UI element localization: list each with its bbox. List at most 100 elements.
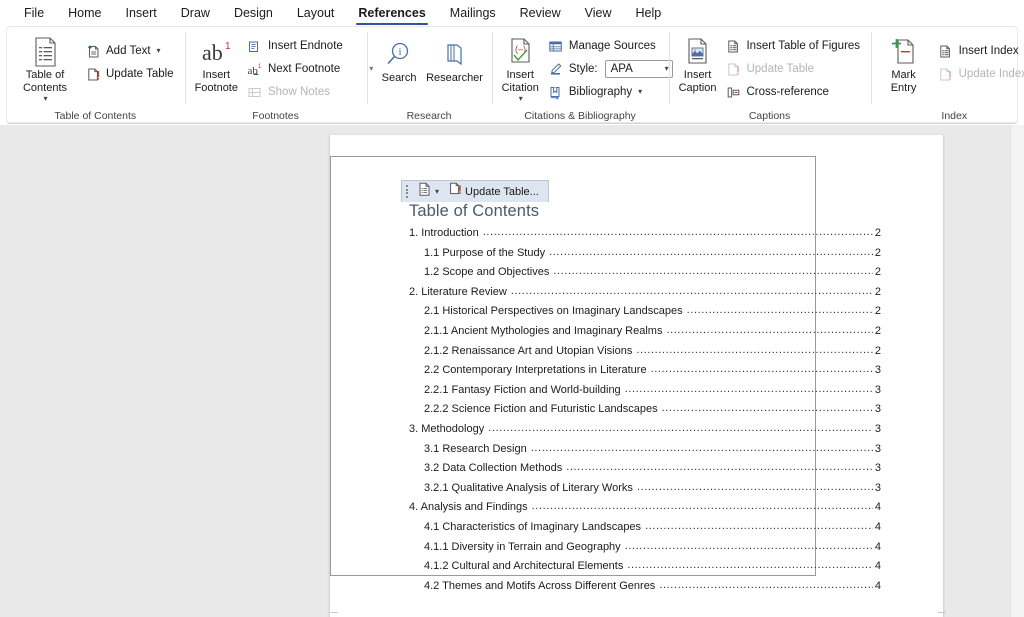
update-table-button[interactable]: Update Table: [82, 63, 179, 85]
chevron-down-icon[interactable]: ▾: [638, 88, 642, 96]
insert-endnote-button[interactable]: i Insert Endnote: [244, 35, 378, 57]
toc-options-button[interactable]: ▾: [415, 183, 442, 201]
toc-entry-text: 4.2 Themes and Motifs Across Different G…: [424, 577, 659, 597]
tab-mailings[interactable]: Mailings: [438, 3, 508, 24]
toc-entry-page: 3: [873, 400, 881, 420]
chevron-down-icon[interactable]: ▾: [157, 47, 161, 55]
toc-leader-dots: ........................................…: [666, 322, 872, 341]
tab-layout[interactable]: Layout: [285, 3, 347, 24]
toc-entry[interactable]: 4.2 Themes and Motifs Across Different G…: [407, 577, 881, 597]
vertical-scrollbar[interactable]: [1010, 125, 1024, 617]
toc-entry[interactable]: 4. Analysis and Findings................…: [407, 498, 881, 518]
insert-index-icon: [938, 43, 954, 59]
toc-entry[interactable]: 2.1.2 Renaissance Art and Utopian Vision…: [407, 342, 881, 362]
toc-entry[interactable]: 1. Introduction.........................…: [407, 224, 881, 244]
toc-entry[interactable]: 3.2 Data Collection Methods.............…: [407, 459, 881, 479]
update-table-icon: [85, 66, 101, 82]
cross-reference-button[interactable]: Cross-reference: [722, 81, 865, 103]
toc-entry[interactable]: 1.2 Scope and Objectives................…: [407, 263, 881, 283]
tab-file[interactable]: File: [12, 3, 56, 24]
manage-sources-label: Manage Sources: [569, 40, 656, 52]
svg-text:ab: ab: [202, 40, 223, 65]
toc-entry[interactable]: 4.1.1 Diversity in Terrain and Geography…: [407, 538, 881, 558]
toc-entry-text: 4.1 Characteristics of Imaginary Landsca…: [424, 518, 645, 538]
toc-options-icon: [418, 182, 431, 201]
group-label-table-of-contents: Table of Contents: [6, 108, 185, 124]
toc-entry-page: 2: [873, 342, 881, 362]
group-label-citations-bibliography: Citations & Bibliography: [492, 108, 669, 124]
toc-entry-text: 3.2 Data Collection Methods: [424, 459, 566, 479]
toc-entry[interactable]: 3.1 Research Design.....................…: [407, 440, 881, 460]
toc-entry[interactable]: 2.2 Contemporary Interpretations in Lite…: [407, 361, 881, 381]
insert-footnote-button[interactable]: ab 1 Insert Footnote: [193, 33, 240, 98]
show-notes-label: Show Notes: [268, 86, 330, 98]
toc-floating-toolbar[interactable]: ▾ Update Table...: [401, 180, 549, 202]
tab-insert[interactable]: Insert: [114, 3, 169, 24]
ribbon-group-index: Mark Entry: [871, 26, 1024, 124]
insert-caption-button[interactable]: Insert Caption: [677, 33, 719, 98]
chevron-down-icon[interactable]: ▾: [43, 95, 47, 103]
toc-entry[interactable]: 2.1 Historical Perspectives on Imaginary…: [407, 302, 881, 322]
mark-entry-button[interactable]: Mark Entry: [879, 33, 929, 98]
chevron-down-icon[interactable]: ▾: [519, 95, 523, 103]
toc-entry-page: 4: [873, 518, 881, 538]
toc-entry-page: 4: [873, 498, 881, 518]
toc-entry[interactable]: 1.1 Purpose of the Study................…: [407, 244, 881, 264]
toc-entry[interactable]: 2.1.1 Ancient Mythologies and Imaginary …: [407, 322, 881, 342]
insert-citation-button[interactable]: (–) Insert Citation ▾: [500, 33, 541, 106]
toc-entry-page: 4: [873, 538, 881, 558]
group-label-index: Index: [871, 108, 1024, 124]
manage-sources-button[interactable]: Manage Sources: [545, 35, 678, 57]
researcher-button[interactable]: Researcher: [424, 36, 486, 88]
toc-leader-dots: ........................................…: [662, 400, 873, 419]
ribbon-group-captions: Insert Caption: [669, 26, 871, 124]
toc-entry[interactable]: 3. Methodology..........................…: [407, 420, 881, 440]
citation-style-value: APA: [611, 63, 633, 75]
update-table-figures-icon: [725, 61, 741, 77]
cross-reference-label: Cross-reference: [746, 86, 828, 98]
bibliography-button[interactable]: Bibliography ▾: [545, 81, 678, 103]
toc-entry-text: 2.1.2 Renaissance Art and Utopian Vision…: [424, 342, 636, 362]
toc-entry-page: 3: [873, 459, 881, 479]
tab-design[interactable]: Design: [222, 3, 285, 24]
next-footnote-button[interactable]: ab 1 Next Footnote ▾: [244, 58, 378, 80]
tab-draw[interactable]: Draw: [169, 3, 222, 24]
add-text-button[interactable]: Add Text ▾: [82, 40, 179, 62]
toc-entry-text: 3.1 Research Design: [424, 440, 531, 460]
manage-sources-icon: [548, 38, 564, 54]
toc-entry[interactable]: 4.1 Characteristics of Imaginary Landsca…: [407, 518, 881, 538]
toc-entry[interactable]: 3.2.1 Qualitative Analysis of Literary W…: [407, 479, 881, 499]
search-icon: i: [384, 39, 414, 71]
insert-footnote-label: Insert Footnote: [195, 69, 238, 95]
tab-review[interactable]: Review: [508, 3, 573, 24]
toc-leader-dots: ........................................…: [531, 440, 873, 459]
insert-citation-icon: (–): [505, 36, 535, 68]
citation-style-select[interactable]: APA ▾: [605, 60, 673, 78]
toc-entry[interactable]: 4.1.2 Cultural and Architectural Element…: [407, 557, 881, 577]
bibliography-icon: [548, 84, 564, 100]
toc-entry-text: 4.1.1 Diversity in Terrain and Geography: [424, 538, 625, 558]
insert-index-button[interactable]: Insert Index: [935, 40, 1024, 62]
drag-handle-icon[interactable]: [405, 185, 410, 198]
update-table-icon: [449, 182, 462, 201]
chevron-down-icon[interactable]: ▾: [435, 188, 439, 196]
toc-entry[interactable]: 2.2.2 Science Fiction and Futuristic Lan…: [407, 400, 881, 420]
insert-citation-label: Insert Citation: [502, 69, 539, 95]
toc-leader-dots: ........................................…: [627, 557, 873, 576]
insert-table-of-figures-button[interactable]: Insert Table of Figures: [722, 35, 865, 57]
document-page[interactable]: ▾ Update Table... Table of Contents 1.: [329, 135, 944, 617]
tab-view[interactable]: View: [573, 3, 624, 24]
search-button[interactable]: i Search: [375, 36, 424, 88]
toc-update-table-button[interactable]: Update Table...: [446, 183, 542, 201]
tab-home[interactable]: Home: [56, 3, 113, 24]
toc-entry-text: 2.2.2 Science Fiction and Futuristic Lan…: [424, 400, 662, 420]
toc-entry[interactable]: 2. Literature Review....................…: [407, 283, 881, 303]
toc-entry[interactable]: 2.2.1 Fantasy Fiction and World-building…: [407, 381, 881, 401]
table-of-contents-button[interactable]: Table of Contents ▾: [14, 33, 76, 106]
toc-update-table-label: Update Table...: [465, 186, 539, 198]
show-notes-button: Show Notes: [244, 81, 378, 103]
table-of-contents-icon: [30, 36, 60, 68]
tab-help[interactable]: Help: [624, 3, 674, 24]
citation-style-row[interactable]: Style: APA ▾: [545, 58, 678, 80]
tab-references[interactable]: References: [346, 3, 437, 24]
